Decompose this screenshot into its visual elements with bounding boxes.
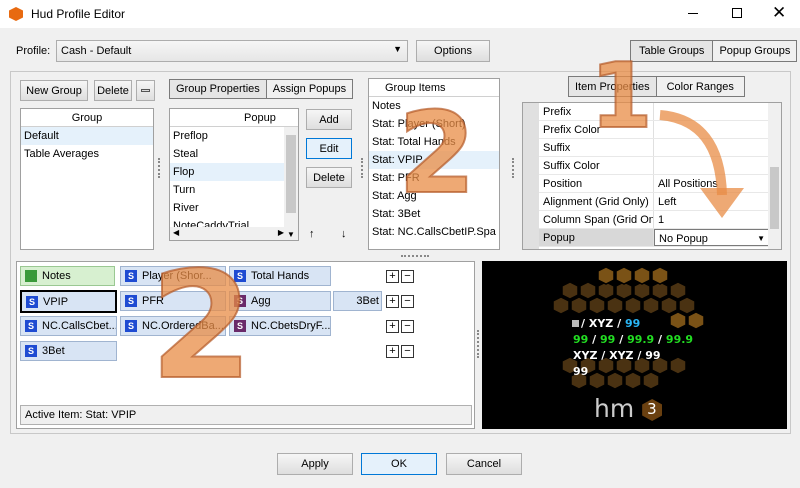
popup-item[interactable]: River — [170, 199, 298, 217]
property-row: Popup No Popup ▼ — [539, 229, 769, 247]
title-bar: Hud Profile Editor ✕ — [0, 0, 800, 28]
move-up-icon[interactable]: ↑ — [309, 228, 315, 240]
tab-popup-groups[interactable]: Popup Groups — [713, 41, 796, 61]
hex-logo-icon: 3 — [642, 399, 663, 421]
profile-label: Profile: — [16, 45, 51, 57]
stat-icon: S — [125, 270, 137, 282]
popup-tab-bar: Group Properties Assign Popups — [169, 79, 354, 99]
property-scrollbar[interactable] — [768, 103, 781, 249]
delete-group-button[interactable]: Delete — [94, 80, 132, 101]
tile-3bet-row4[interactable]: S 3Bet — [20, 341, 117, 361]
notes-square-icon — [572, 320, 579, 327]
group-item[interactable]: Stat: NC.CallsCbetIP.Spa — [369, 223, 499, 241]
tile-vpip[interactable]: S VPIP — [20, 290, 117, 313]
close-icon[interactable]: ✕ — [772, 3, 786, 23]
tile-3bet[interactable]: 3Bet — [333, 291, 382, 311]
group-header: Group — [21, 109, 153, 127]
popup-hscrollbar[interactable]: ◀ ▶ — [170, 227, 286, 240]
delete-popup-button[interactable]: Delete — [306, 167, 352, 188]
apply-button[interactable]: Apply — [277, 453, 353, 475]
stat-icon: S — [25, 320, 37, 332]
edit-popup-button[interactable]: Edit — [306, 138, 352, 159]
hud-line-1: / XYZ / 99 — [572, 317, 640, 330]
splitter-handle[interactable] — [512, 158, 514, 178]
add-row-icon[interactable]: + — [386, 295, 399, 308]
hud-line-4: 99 — [573, 365, 589, 378]
notes-icon — [25, 270, 37, 282]
popup-item[interactable]: Preflop — [170, 127, 298, 145]
stat-icon: S — [125, 320, 137, 332]
add-popup-button[interactable]: Add — [306, 109, 352, 130]
small-list-button[interactable] — [136, 80, 155, 101]
popup-header-label: Popup — [244, 112, 276, 124]
maximize-icon[interactable] — [732, 8, 742, 18]
hm3-logo: hm 3 — [594, 394, 663, 423]
stat-icon: S — [25, 345, 37, 357]
add-row-icon[interactable]: + — [386, 345, 399, 358]
new-group-button[interactable]: New Group — [20, 80, 88, 101]
active-item-text: Active Item: Stat: VPIP — [25, 409, 137, 421]
tab-color-ranges[interactable]: Color Ranges — [657, 77, 744, 96]
popup-header: Popup — [170, 109, 298, 127]
popup-item[interactable]: Steal — [170, 145, 298, 163]
popup-scrollbar[interactable]: ▼ — [284, 127, 298, 240]
group-item-table-averages[interactable]: Table Averages — [21, 145, 153, 163]
overlay-number-2: 2 — [397, 89, 477, 219]
splitter-handle[interactable] — [361, 158, 363, 178]
minus-icon — [141, 89, 150, 92]
hud-preview: / XYZ / 99 99 / 99 / 99.9 / 99.9 XYZ / X… — [482, 261, 787, 429]
scroll-left-icon[interactable]: ◀ — [173, 228, 179, 237]
chevron-down-icon: ▼ — [393, 44, 402, 54]
tab-group-properties[interactable]: Group Properties — [170, 80, 267, 98]
overlay-number-2-large: 2 — [149, 240, 254, 412]
move-down-icon[interactable]: ↓ — [341, 228, 347, 240]
stat-icon: S — [125, 295, 137, 307]
splitter-handle[interactable] — [401, 255, 429, 257]
remove-row-icon[interactable]: − — [401, 270, 414, 283]
popup-property-value: No Popup — [659, 233, 708, 245]
add-row-icon[interactable]: + — [386, 320, 399, 333]
popup-item[interactable]: Flop — [170, 163, 284, 181]
cancel-button[interactable]: Cancel — [446, 453, 522, 475]
tab-assign-popups[interactable]: Assign Popups — [267, 80, 352, 98]
splitter-handle[interactable] — [477, 330, 479, 358]
minimize-icon[interactable] — [688, 13, 698, 14]
tile-nc-calls-cbet[interactable]: S NC.CallsCbet... — [20, 316, 117, 336]
scroll-right-icon[interactable]: ▶ — [278, 228, 284, 237]
options-button[interactable]: Options — [416, 40, 490, 62]
stat-icon: S — [26, 295, 38, 308]
groups-tab-bar: Table Groups Popup Groups — [630, 40, 798, 62]
remove-row-icon[interactable]: − — [401, 320, 414, 333]
chevron-down-icon[interactable]: ▼ — [757, 230, 765, 245]
ok-button[interactable]: OK — [361, 453, 437, 475]
group-list[interactable]: Group Default Table Averages — [20, 108, 154, 250]
tile-notes[interactable]: Notes — [20, 266, 115, 286]
scroll-thumb[interactable] — [286, 135, 296, 213]
splitter-handle[interactable] — [158, 158, 160, 178]
hud-line-2: 99 / 99 / 99.9 / 99.9 — [573, 333, 694, 346]
curved-arrow-icon — [659, 110, 744, 218]
popup-item[interactable]: Turn — [170, 181, 298, 199]
add-row-icon[interactable]: + — [386, 270, 399, 283]
property-grid-gutter — [523, 103, 539, 249]
remove-row-icon[interactable]: − — [401, 345, 414, 358]
profile-select[interactable]: Cash - Default ▼ — [56, 40, 408, 62]
hud-line-3: XYZ / XYZ / 99 — [573, 349, 661, 362]
profile-select-value: Cash - Default — [61, 45, 132, 57]
popup-property-select[interactable]: No Popup ▼ — [654, 229, 769, 246]
remove-row-icon[interactable]: − — [401, 295, 414, 308]
popup-list[interactable]: Popup Preflop Steal Flop Turn River Note… — [169, 108, 299, 241]
group-item-default[interactable]: Default — [21, 127, 153, 145]
scroll-thumb[interactable] — [770, 167, 779, 229]
app-icon — [9, 7, 23, 21]
scroll-down-icon[interactable]: ▼ — [287, 230, 295, 239]
window-title: Hud Profile Editor — [31, 7, 126, 21]
